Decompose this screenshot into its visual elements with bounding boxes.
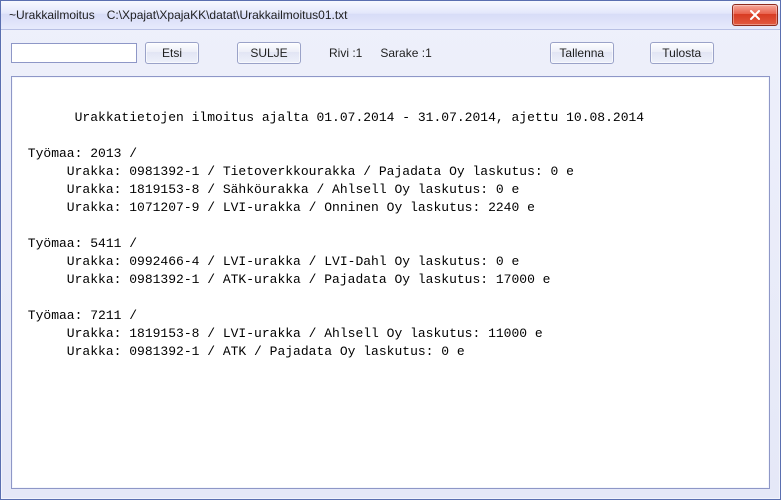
print-button[interactable]: Tulosta bbox=[650, 42, 714, 64]
status-sarake: Sarake :1 bbox=[380, 46, 431, 60]
document-viewport[interactable]: Urakkatietojen ilmoitus ajalta 01.07.201… bbox=[11, 76, 770, 489]
window-title-path: C:\Xpajat\XpajaKK\datat\Urakkailmoitus01… bbox=[107, 8, 732, 22]
search-input[interactable] bbox=[11, 43, 137, 63]
status-rivi: Rivi :1 bbox=[329, 46, 362, 60]
close-icon bbox=[749, 10, 761, 20]
app-window: ~Urakkailmoitus C:\Xpajat\XpajaKK\datat\… bbox=[0, 0, 781, 500]
document-text: Urakkatietojen ilmoitus ajalta 01.07.201… bbox=[12, 77, 769, 369]
close-button[interactable] bbox=[732, 4, 778, 26]
window-titlebar: ~Urakkailmoitus C:\Xpajat\XpajaKK\datat\… bbox=[1, 1, 780, 30]
toolbar: Etsi SULJE Rivi :1 Sarake :1 Tallenna Tu… bbox=[1, 30, 780, 74]
close-doc-button[interactable]: SULJE bbox=[237, 42, 301, 64]
search-button[interactable]: Etsi bbox=[145, 42, 199, 64]
cursor-status: Rivi :1 Sarake :1 bbox=[329, 46, 432, 60]
window-title: ~Urakkailmoitus bbox=[9, 8, 95, 22]
save-button[interactable]: Tallenna bbox=[550, 42, 614, 64]
